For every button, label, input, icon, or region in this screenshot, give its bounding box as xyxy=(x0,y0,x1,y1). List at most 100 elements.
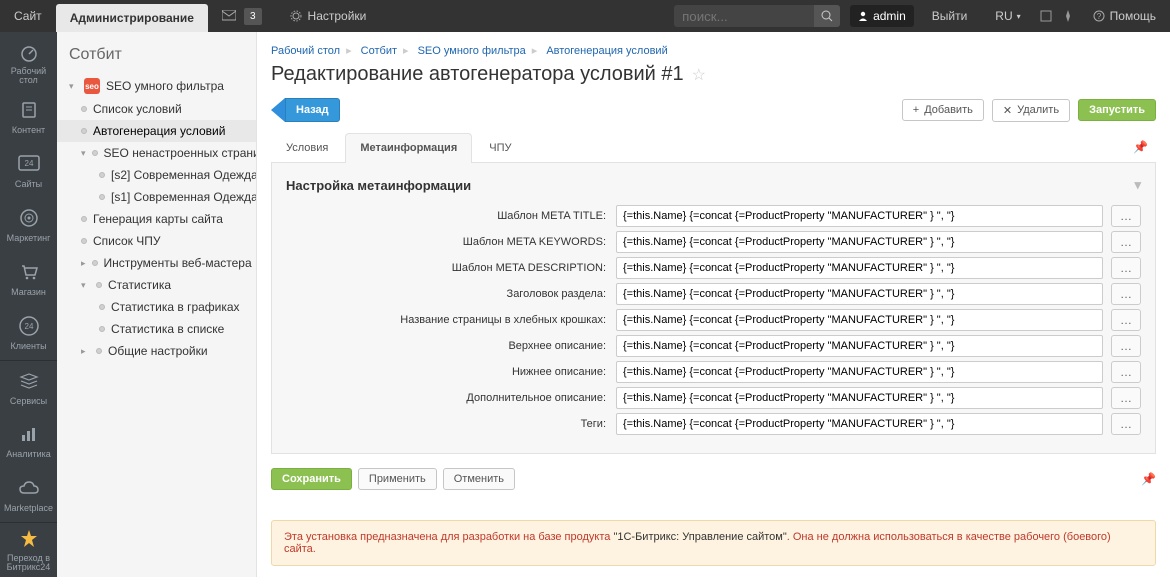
form-row: Верхнее описание: … xyxy=(286,335,1141,357)
top-desc-input[interactable] xyxy=(616,335,1103,357)
nav-content[interactable]: Контент xyxy=(0,90,57,144)
sites-icon: 24 xyxy=(18,153,40,175)
nav-label: Аналитика xyxy=(6,449,51,459)
crumb-link[interactable]: Сотбит xyxy=(361,45,397,57)
run-button[interactable]: Запустить xyxy=(1078,99,1156,121)
nav-label: Сайты xyxy=(15,179,42,189)
tree-label: Общие настройки xyxy=(108,344,208,358)
extra-desc-input[interactable] xyxy=(616,387,1103,409)
dev-warning: Эта установка предназначена для разработ… xyxy=(271,520,1156,566)
nav-services[interactable]: Сервисы xyxy=(0,360,57,414)
nav-sites[interactable]: 24 Сайты xyxy=(0,144,57,198)
bottom-desc-input[interactable] xyxy=(616,361,1103,383)
page-title: Редактирование автогенератора условий #1 xyxy=(271,63,684,86)
help-link[interactable]: ? Помощь xyxy=(1079,0,1170,32)
meta-keywords-input[interactable] xyxy=(616,231,1103,253)
crumb-link[interactable]: Автогенерация условий xyxy=(546,45,667,57)
meta-description-input[interactable] xyxy=(616,257,1103,279)
user-chip[interactable]: admin xyxy=(850,5,914,27)
breadcrumb: Рабочий стол▸ Сотбит▸ SEO умного фильтра… xyxy=(257,32,1170,57)
tree-label: Список условий xyxy=(93,102,182,116)
tab-admin[interactable]: Администрирование xyxy=(56,4,208,32)
template-helper-button[interactable]: … xyxy=(1111,413,1141,435)
pin-icon[interactable]: 📌 xyxy=(1125,132,1156,162)
panel-title: Настройка метаинформации xyxy=(286,178,471,193)
template-helper-button[interactable]: … xyxy=(1111,309,1141,331)
favorite-star-icon[interactable]: ☆ xyxy=(692,65,706,85)
tags-input[interactable] xyxy=(616,413,1103,435)
template-helper-button[interactable]: … xyxy=(1111,361,1141,383)
delete-button[interactable]: ✕Удалить xyxy=(992,99,1070,122)
nav-desktop[interactable]: Рабочий стол xyxy=(0,36,57,90)
help-icon: ? xyxy=(1093,10,1105,22)
nav-shop[interactable]: Магазин xyxy=(0,252,57,306)
nav-label: Marketplace xyxy=(4,503,53,513)
template-helper-button[interactable]: … xyxy=(1111,257,1141,279)
back-arrow-icon xyxy=(271,98,285,122)
bullet-icon xyxy=(99,172,105,178)
template-helper-button[interactable]: … xyxy=(1111,205,1141,227)
lang-switch[interactable]: RU ▾ xyxy=(981,0,1034,32)
search-button[interactable] xyxy=(814,5,840,27)
meta-settings-panel: Настройка метаинформации ▾ Шаблон META T… xyxy=(271,163,1156,454)
nav-bitrix24[interactable]: Переход в Битрикс24 xyxy=(0,522,57,576)
tree-item-autogen[interactable]: Автогенерация условий xyxy=(57,120,256,142)
tree-item-stats-graph[interactable]: Статистика в графиках xyxy=(57,296,256,318)
tree-item-s1[interactable]: [s1] Современная Одежда+ xyxy=(57,186,256,208)
section-title-input[interactable] xyxy=(616,283,1103,305)
tree-item-general[interactable]: ▸ Общие настройки xyxy=(57,340,256,362)
breadcrumb-title-input[interactable] xyxy=(616,309,1103,331)
tab-metainfo[interactable]: Метаинформация xyxy=(345,133,472,163)
apply-button[interactable]: Применить xyxy=(358,468,437,490)
chevron-down-icon: ▾ xyxy=(1017,12,1021,21)
tree-item-webmaster[interactable]: ▸Инструменты веб-мастера xyxy=(57,252,256,274)
template-helper-button[interactable]: … xyxy=(1111,387,1141,409)
form-row: Шаблон META DESCRIPTION: … xyxy=(286,257,1141,279)
tab-conditions[interactable]: Условия xyxy=(271,133,343,163)
tree-item-sef-list[interactable]: Список ЧПУ xyxy=(57,230,256,252)
template-helper-button[interactable]: … xyxy=(1111,231,1141,253)
tree-item-seo-unconfig[interactable]: ▾SEO ненастроенных страниц xyxy=(57,142,256,164)
settings-link[interactable]: Настройки xyxy=(276,0,381,32)
back-button[interactable]: Назад xyxy=(285,98,340,122)
nav-label: Магазин xyxy=(11,287,46,297)
template-helper-button[interactable]: … xyxy=(1111,283,1141,305)
tree-label: [s2] Современная Одежда+ xyxy=(111,168,257,182)
caret-right-icon: ▸ xyxy=(81,346,90,357)
field-label: Название страницы в хлебных крошках: xyxy=(286,314,616,326)
topbar: Сайт Администрирование 3 Настройки admin… xyxy=(0,0,1170,32)
tree-item-conditions[interactable]: Список условий xyxy=(57,98,256,120)
messages-indicator[interactable]: 3 xyxy=(208,0,276,32)
caret-down-icon: ▾ xyxy=(69,81,78,92)
meta-title-input[interactable] xyxy=(616,205,1103,227)
help-pin-icon[interactable] xyxy=(1057,0,1079,32)
close-icon: ✕ xyxy=(1003,104,1012,117)
nav-analytics[interactable]: Аналитика xyxy=(0,414,57,468)
nav-marketing[interactable]: Маркетинг xyxy=(0,198,57,252)
tree-item-stats[interactable]: ▾Статистика xyxy=(57,274,256,296)
add-button[interactable]: +Добавить xyxy=(902,99,984,121)
tab-site[interactable]: Сайт xyxy=(0,0,56,32)
bullet-icon xyxy=(81,128,87,134)
pin-icon[interactable]: 📌 xyxy=(1141,472,1156,486)
tree-root[interactable]: ▾ seo SEO умного фильтра xyxy=(57,74,256,98)
collapse-caret-icon[interactable]: ▾ xyxy=(1134,177,1141,193)
crumb-link[interactable]: SEO умного фильтра xyxy=(418,45,526,57)
logout-link[interactable]: Выйти xyxy=(918,0,982,32)
tab-sef[interactable]: ЧПУ xyxy=(474,133,526,163)
nav-marketplace[interactable]: Marketplace xyxy=(0,468,57,522)
nav-clients[interactable]: 24 Клиенты xyxy=(0,306,57,360)
crumb-link[interactable]: Рабочий стол xyxy=(271,45,340,57)
tree-item-s2[interactable]: [s2] Современная Одежда+ xyxy=(57,164,256,186)
tree-item-sitemap[interactable]: Генерация карты сайта xyxy=(57,208,256,230)
fullscreen-icon[interactable] xyxy=(1035,0,1057,32)
tree-label: Автогенерация условий xyxy=(93,124,225,138)
warning-product: "1С-Битрикс: Управление сайтом" xyxy=(613,531,786,543)
cancel-button[interactable]: Отменить xyxy=(443,468,515,490)
top-search[interactable] xyxy=(674,5,840,27)
bullet-icon xyxy=(92,260,98,266)
search-input[interactable] xyxy=(674,5,814,28)
template-helper-button[interactable]: … xyxy=(1111,335,1141,357)
tree-item-stats-list[interactable]: Статистика в списке xyxy=(57,318,256,340)
save-button[interactable]: Сохранить xyxy=(271,468,352,490)
